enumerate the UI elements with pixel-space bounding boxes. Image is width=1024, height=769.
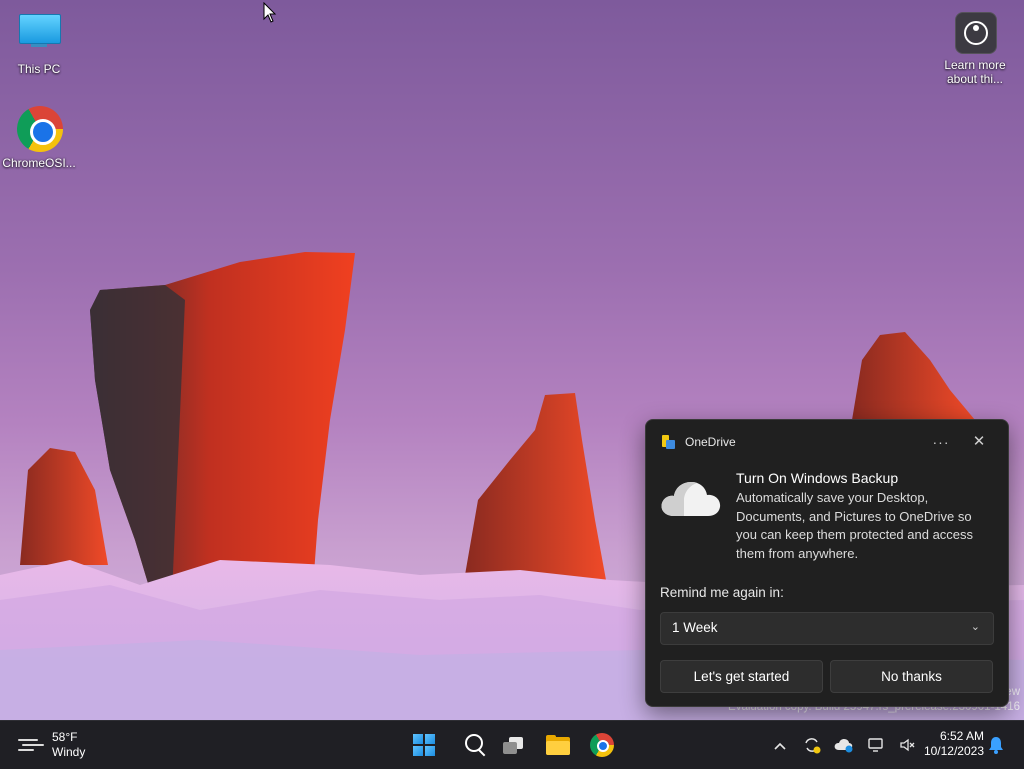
taskbar-apps — [408, 729, 628, 761]
taskbar: 58°F Windy 6:52 AM 10/12/2023 — [0, 720, 1024, 769]
system-tray — [764, 729, 924, 761]
chrome-icon — [15, 104, 63, 152]
chevron-down-icon: ⌄ — [970, 621, 980, 633]
notification-header: OneDrive ··· ✕ — [662, 432, 994, 452]
onedrive-tray-button[interactable] — [828, 729, 860, 761]
sync-icon — [805, 738, 821, 754]
notification-body: Automatically save your Desktop, Documen… — [736, 490, 974, 561]
start-button[interactable] — [408, 729, 452, 761]
mouse-cursor-icon — [263, 1, 277, 29]
clock-time: 6:52 AM — [939, 729, 984, 743]
desktop-icon-label: ChromeOSI... — [2, 156, 76, 170]
remind-interval-value: 1 Week — [672, 620, 718, 635]
monitor-icon — [15, 10, 63, 58]
more-options-button[interactable]: ··· — [930, 432, 952, 452]
weather-condition: Windy — [52, 745, 86, 759]
chrome-taskbar-button[interactable] — [584, 729, 628, 761]
network-button[interactable] — [860, 729, 892, 761]
learn-more-icon — [941, 12, 1009, 54]
clock[interactable]: 6:52 AM 10/12/2023 — [912, 729, 984, 759]
remind-interval-select[interactable]: 1 Week ⌄ — [660, 612, 994, 645]
windows-logo-icon — [413, 734, 435, 756]
desktop-icon-chrome[interactable]: ChromeOSI... — [1, 104, 77, 170]
desktop-icon-this-pc[interactable]: This PC — [1, 10, 77, 76]
onedrive-notification: OneDrive ··· ✕ Turn On Windows Backup Au… — [645, 419, 1009, 707]
desktop-icon-learn-more[interactable]: Learn more about thi... — [937, 12, 1013, 86]
notification-app-name: OneDrive — [685, 435, 736, 449]
onedrive-cloud-icon — [834, 739, 853, 753]
search-button[interactable] — [452, 729, 496, 761]
sync-status-button[interactable] — [796, 729, 828, 761]
show-hidden-icons-button[interactable] — [764, 729, 796, 761]
notification-title: Turn On Windows Backup — [736, 470, 899, 486]
desktop-icon-label: Learn more about thi... — [944, 58, 1006, 86]
clock-date: 10/12/2023 — [923, 744, 984, 758]
task-view-button[interactable] — [496, 729, 540, 761]
close-button[interactable]: ✕ — [968, 432, 990, 452]
onedrive-logo-icon — [662, 435, 676, 449]
no-thanks-button[interactable]: No thanks — [830, 660, 993, 693]
desktop-icon-label: This PC — [17, 62, 61, 76]
network-icon — [868, 738, 883, 752]
wind-icon — [18, 736, 44, 754]
lets-get-started-button[interactable]: Let's get started — [660, 660, 823, 693]
file-explorer-button[interactable] — [540, 729, 584, 761]
weather-temperature: 58°F — [52, 730, 78, 744]
remind-label: Remind me again in: — [660, 585, 784, 600]
weather-widget[interactable]: 58°F Windy — [18, 729, 85, 761]
chevron-up-icon — [774, 742, 786, 750]
cloud-icon — [661, 482, 721, 516]
notification-bell-icon[interactable] — [988, 735, 1004, 755]
